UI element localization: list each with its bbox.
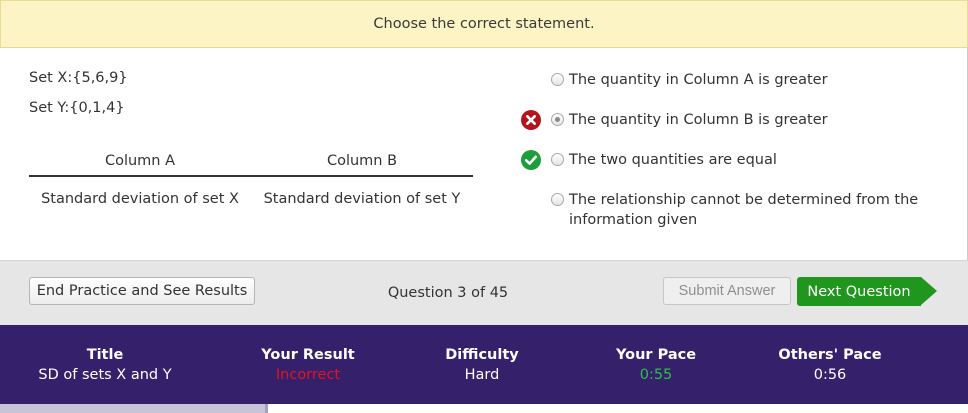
bottom-left-panel <box>0 404 268 413</box>
instruction-text: Choose the correct statement. <box>373 16 595 32</box>
radio-button[interactable] <box>551 73 564 86</box>
radio-button[interactable] <box>551 153 564 166</box>
answer-option-label: The quantity in Column A is greater <box>569 72 828 88</box>
next-question-button[interactable]: Next Question <box>797 277 921 306</box>
stat-difficulty-label: Difficulty <box>445 347 519 363</box>
check-circle-icon <box>521 150 541 170</box>
comparison-table-row: Standard deviation of set X Standard dev… <box>29 177 473 221</box>
column-b-quantity: Standard deviation of set Y <box>263 191 461 207</box>
question-stats-bar: Title SD of sets X and Y Your Result Inc… <box>0 325 968 404</box>
answer-option-label: The relationship cannot be determined fr… <box>569 192 919 228</box>
comparison-table: Column A Column B Standard deviation of … <box>29 146 473 221</box>
set-x-definition: Set X:{5,6,9} <box>29 70 128 86</box>
stat-your-pace: Your Pace 0:55 <box>581 345 731 385</box>
stat-your-pace-label: Your Pace <box>615 347 697 363</box>
comparison-table-header: Column A Column B <box>29 146 473 177</box>
stat-title-label: Title <box>86 347 124 363</box>
set-y-definition: Set Y:{0,1,4} <box>29 100 125 116</box>
stat-difficulty-value: Hard <box>464 367 500 383</box>
column-a-quantity: Standard deviation of set X <box>41 191 239 207</box>
submit-answer-button[interactable]: Submit Answer <box>663 277 791 305</box>
stat-result-label: Your Result <box>261 347 355 363</box>
next-question-arrow[interactable] <box>921 277 937 305</box>
instruction-banner: Choose the correct statement. <box>0 0 968 48</box>
stat-result-value: Incorrect <box>275 367 341 383</box>
column-b-header: Column B <box>326 152 398 169</box>
stat-result: Your Result Incorrect <box>233 345 383 385</box>
x-circle-icon <box>521 110 541 130</box>
stat-title-value: SD of sets X and Y <box>38 367 172 383</box>
column-a-header: Column A <box>104 152 176 169</box>
stat-others-pace-label: Others' Pace <box>778 347 882 363</box>
stat-others-pace-value: 0:56 <box>813 367 847 383</box>
answer-option-label: The two quantities are equal <box>569 152 777 168</box>
stat-others-pace: Others' Pace 0:56 <box>755 345 905 385</box>
stat-your-pace-value: 0:55 <box>639 367 673 383</box>
end-practice-button[interactable]: End Practice and See Results <box>29 277 255 305</box>
radio-button-selected[interactable] <box>551 113 564 126</box>
question-counter: Question 3 of 45 <box>387 285 509 301</box>
stat-difficulty: Difficulty Hard <box>407 345 557 385</box>
navigation-toolbar: End Practice and See Results Question 3 … <box>0 260 968 325</box>
bottom-strip <box>0 404 968 413</box>
answer-option-label: The quantity in Column B is greater <box>569 112 828 128</box>
question-panel: Set X:{5,6,9} Set Y:{0,1,4} Column A Col… <box>0 48 968 260</box>
radio-button[interactable] <box>551 193 564 206</box>
check-glyph <box>524 155 538 165</box>
stat-title: Title SD of sets X and Y <box>30 345 180 385</box>
x-glyph <box>526 115 536 125</box>
